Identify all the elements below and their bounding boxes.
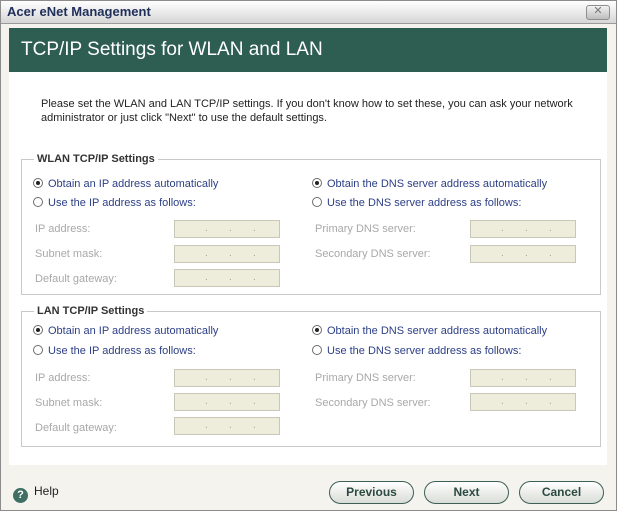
page-title: TCP/IP Settings for WLAN and LAN [21, 39, 323, 60]
radio-unselected-icon [33, 197, 43, 207]
lan-dns-manual-label: Use the DNS server address as follows: [327, 345, 522, 357]
wlan-subnet-label: Subnet mask: [35, 248, 103, 260]
radio-selected-icon [312, 178, 322, 188]
close-icon: ✕ [593, 4, 603, 17]
lan-gateway-field[interactable]: ... [174, 417, 280, 435]
page-header: TCP/IP Settings for WLAN and LAN [9, 28, 607, 72]
lan-secondary-dns-field[interactable]: ... [470, 393, 576, 411]
lan-ip-label: IP address: [35, 372, 91, 384]
next-button[interactable]: Next [424, 481, 509, 504]
wlan-ip-manual-radio[interactable]: Use the IP address as follows: [33, 197, 196, 209]
radio-selected-icon [33, 325, 43, 335]
lan-subnet-label: Subnet mask: [35, 397, 103, 409]
lan-group-title: LAN TCP/IP Settings [34, 305, 148, 317]
radio-unselected-icon [312, 345, 322, 355]
lan-dns-auto-radio[interactable]: Obtain the DNS server address automatica… [312, 325, 547, 337]
help-icon: ? [13, 488, 28, 503]
wlan-ip-field[interactable]: ... [174, 220, 280, 238]
wlan-ip-manual-label: Use the IP address as follows: [48, 197, 196, 209]
title-bar[interactable]: Acer eNet Management ✕ [1, 1, 616, 24]
dialog-window: Acer eNet Management ✕ TCP/IP Settings f… [0, 0, 617, 511]
lan-dns-auto-label: Obtain the DNS server address automatica… [327, 325, 548, 337]
radio-unselected-icon [33, 345, 43, 355]
lan-gateway-label: Default gateway: [35, 422, 117, 434]
help-link[interactable]: ? Help [13, 484, 59, 503]
wlan-dns-auto-label: Obtain the DNS server address automatica… [327, 178, 548, 190]
wlan-ip-auto-radio[interactable]: Obtain an IP address automatically [33, 178, 218, 190]
wlan-secondary-dns-label: Secondary DNS server: [315, 248, 431, 260]
lan-primary-dns-field[interactable]: ... [470, 369, 576, 387]
lan-dns-manual-radio[interactable]: Use the DNS server address as follows: [312, 345, 521, 357]
wlan-group-title: WLAN TCP/IP Settings [34, 153, 158, 165]
radio-unselected-icon [312, 197, 322, 207]
lan-subnet-field[interactable]: ... [174, 393, 280, 411]
lan-primary-dns-label: Primary DNS server: [315, 372, 416, 384]
wlan-dns-manual-radio[interactable]: Use the DNS server address as follows: [312, 197, 521, 209]
wlan-ip-auto-label: Obtain an IP address automatically [48, 178, 219, 190]
wlan-dns-auto-radio[interactable]: Obtain the DNS server address automatica… [312, 178, 547, 190]
help-label: Help [34, 484, 59, 498]
lan-secondary-dns-label: Secondary DNS server: [315, 397, 431, 409]
close-button[interactable]: ✕ [586, 4, 610, 20]
lan-ip-manual-label: Use the IP address as follows: [48, 345, 196, 357]
window-title: Acer eNet Management [7, 4, 151, 19]
wlan-subnet-field[interactable]: ... [174, 245, 280, 263]
cancel-button[interactable]: Cancel [519, 481, 604, 504]
radio-selected-icon [33, 178, 43, 188]
wlan-primary-dns-label: Primary DNS server: [315, 223, 416, 235]
previous-button[interactable]: Previous [329, 481, 414, 504]
radio-selected-icon [312, 325, 322, 335]
lan-ip-field[interactable]: ... [174, 369, 280, 387]
wlan-gateway-label: Default gateway: [35, 273, 117, 285]
lan-ip-manual-radio[interactable]: Use the IP address as follows: [33, 345, 196, 357]
lan-ip-auto-radio[interactable]: Obtain an IP address automatically [33, 325, 218, 337]
wlan-ip-label: IP address: [35, 223, 91, 235]
wlan-primary-dns-field[interactable]: ... [470, 220, 576, 238]
wlan-dns-manual-label: Use the DNS server address as follows: [327, 197, 522, 209]
lan-ip-auto-label: Obtain an IP address automatically [48, 325, 219, 337]
wlan-gateway-field[interactable]: ... [174, 269, 280, 287]
wlan-secondary-dns-field[interactable]: ... [470, 245, 576, 263]
intro-text: Please set the WLAN and LAN TCP/IP setti… [41, 98, 573, 124]
dialog-footer: ? Help Previous Next Cancel [1, 473, 616, 510]
